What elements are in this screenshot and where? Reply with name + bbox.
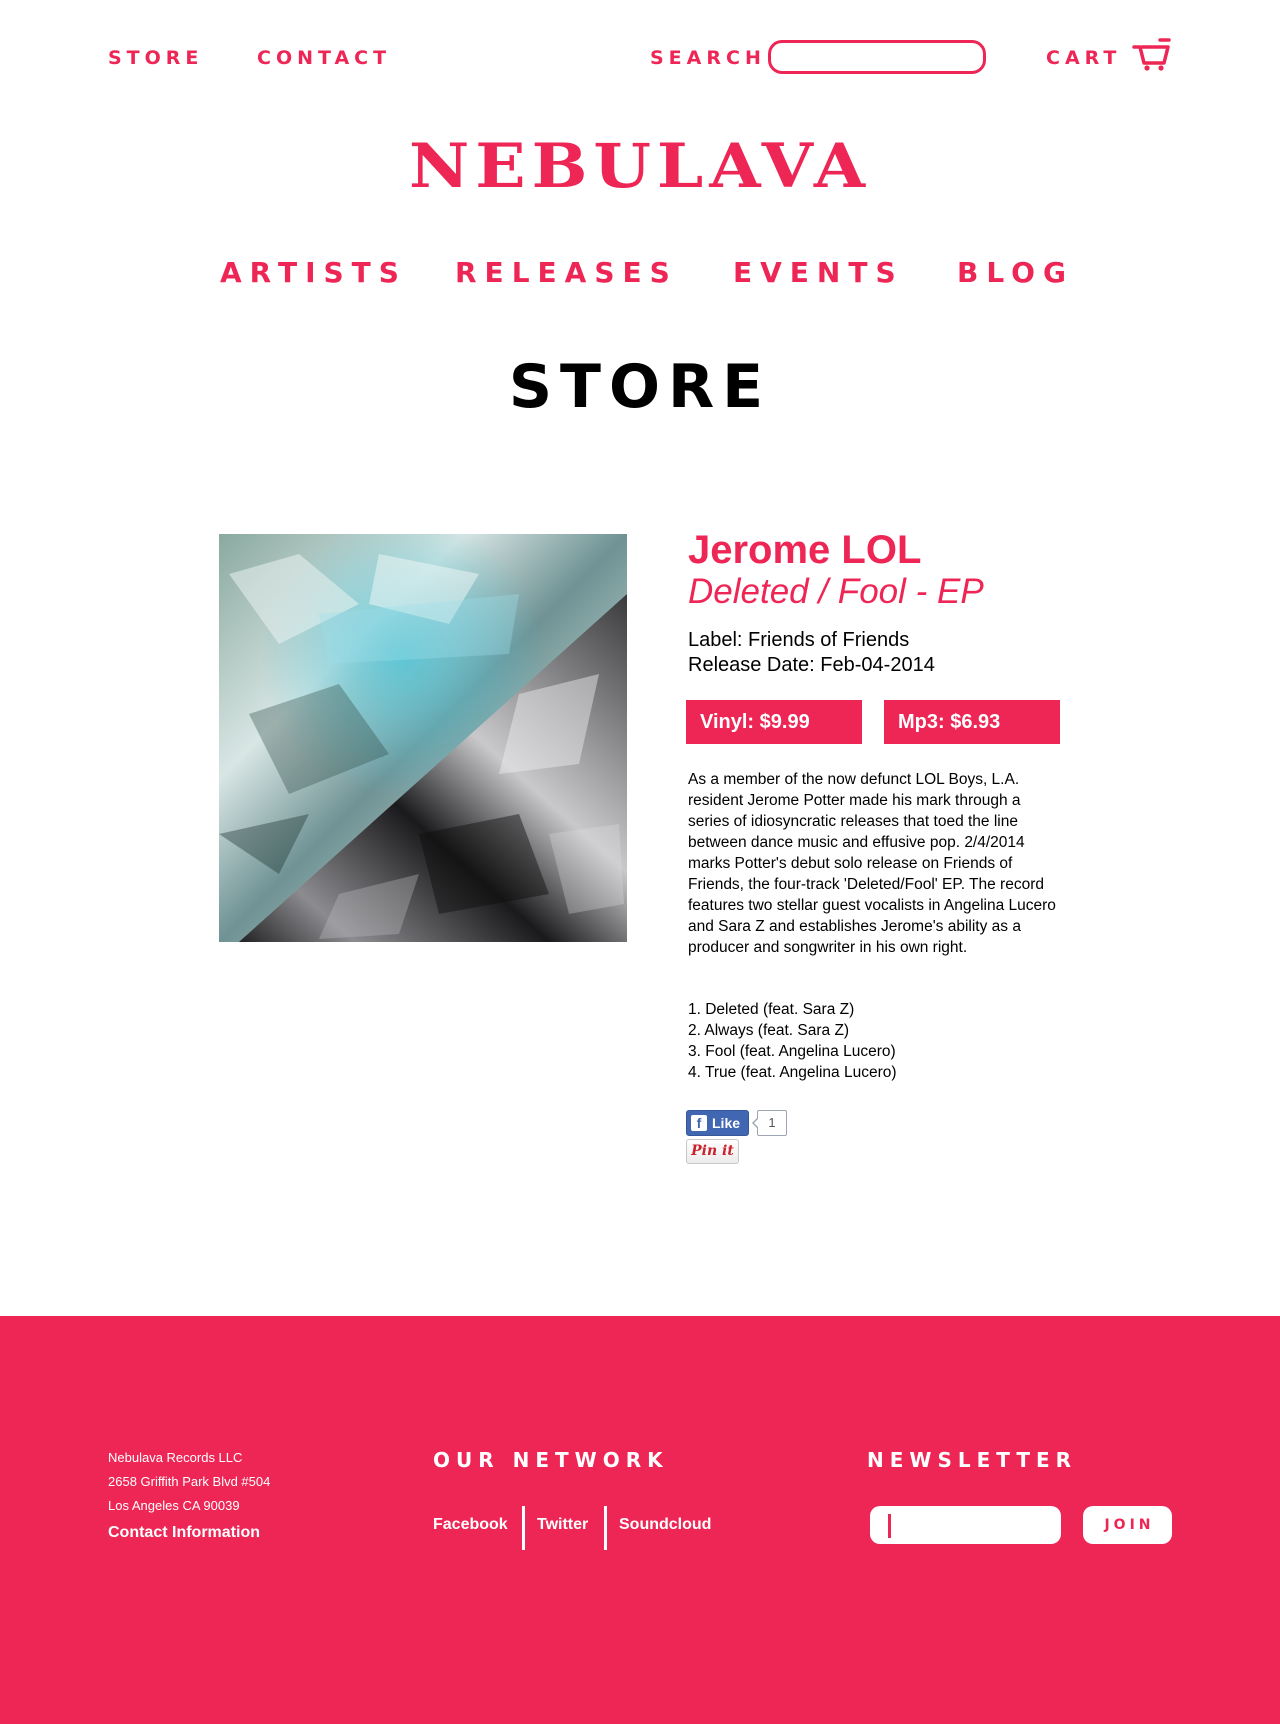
contact-information-link[interactable]: Contact Information — [108, 1524, 260, 1542]
top-bar: STORE CONTACT SEARCH CART — [0, 38, 1280, 78]
pinterest-pin-button[interactable]: Pin it — [686, 1139, 739, 1164]
search-label: SEARCH — [650, 47, 766, 69]
release-title: Deleted / Fool - EP — [688, 572, 984, 611]
page-title: STORE — [508, 352, 772, 422]
cart-link[interactable]: CART — [1046, 47, 1121, 69]
label-line: Label: Friends of Friends — [688, 629, 910, 651]
facebook-like-count: 1 — [752, 1110, 788, 1136]
nav-releases-link[interactable]: RELEASES — [455, 256, 678, 289]
track-list: 1. Deleted (feat. Sara Z) 2. Always (fea… — [688, 999, 1060, 1083]
address-line-1: 2658 Griffith Park Blvd #504 — [108, 1474, 271, 1489]
artist-name[interactable]: Jerome LOL — [688, 528, 1068, 572]
track-item: 1. Deleted (feat. Sara Z) — [688, 1001, 855, 1018]
shopping-cart-icon[interactable] — [1132, 38, 1172, 72]
track-item: 3. Fool (feat. Angelina Lucero) — [688, 1043, 896, 1060]
mp3-buy-button[interactable]: Mp3: $6.93 — [884, 700, 1060, 744]
track-item: 4. True (feat. Angelina Lucero) — [688, 1064, 897, 1081]
address-line-2: Los Angeles CA 90039 — [108, 1498, 240, 1513]
facebook-like-label: Like — [712, 1115, 741, 1131]
release-description: As a member of the now defunct LOL Boys,… — [688, 771, 1056, 956]
nav-events-link[interactable]: EVENTS — [733, 256, 904, 289]
release-meta: Label: Friends of Friends Release Date: … — [688, 628, 1068, 678]
network-divider — [522, 1506, 525, 1550]
network-divider — [604, 1506, 607, 1550]
newsletter-heading: NEWSLETTER — [867, 1448, 1078, 1472]
price-options: Vinyl: $9.99 Mp3: $6.93 — [686, 700, 1060, 744]
main-nav: ARTISTS RELEASES EVENTS BLOG — [0, 256, 1280, 296]
vinyl-buy-button[interactable]: Vinyl: $9.99 — [686, 700, 862, 744]
facebook-like-button[interactable]: f Like — [686, 1110, 750, 1136]
nav-contact-link[interactable]: CONTACT — [257, 47, 391, 69]
site-footer: Nebulava Records LLC 2658 Griffith Park … — [0, 1316, 1280, 1724]
search-input[interactable] — [768, 40, 986, 74]
facebook-icon: f — [691, 1115, 707, 1131]
album-cover-image — [219, 534, 627, 942]
network-facebook-link[interactable]: Facebook — [433, 1516, 508, 1534]
site-logo[interactable]: NEBULAVA — [0, 133, 1280, 199]
newsletter-email-input[interactable] — [870, 1506, 1061, 1544]
release-date-line: Release Date: Feb-04-2014 — [688, 654, 935, 676]
track-item: 2. Always (feat. Sara Z) — [688, 1022, 850, 1039]
text-caret — [888, 1514, 891, 1538]
nav-artists-link[interactable]: ARTISTS — [220, 256, 407, 289]
facebook-like-widget[interactable]: f Like 1 — [686, 1110, 788, 1136]
network-twitter-link[interactable]: Twitter — [537, 1516, 588, 1534]
nav-store-link[interactable]: STORE — [108, 47, 203, 69]
nav-blog-link[interactable]: BLOG — [957, 256, 1074, 289]
product-info: Jerome LOL Deleted / Fool - EP Label: Fr… — [688, 528, 1068, 678]
newsletter-join-button[interactable]: JOIN — [1083, 1506, 1172, 1544]
network-soundcloud-link[interactable]: Soundcloud — [619, 1516, 711, 1534]
network-heading: OUR NETWORK — [433, 1448, 669, 1472]
company-name: Nebulava Records LLC — [108, 1450, 243, 1465]
